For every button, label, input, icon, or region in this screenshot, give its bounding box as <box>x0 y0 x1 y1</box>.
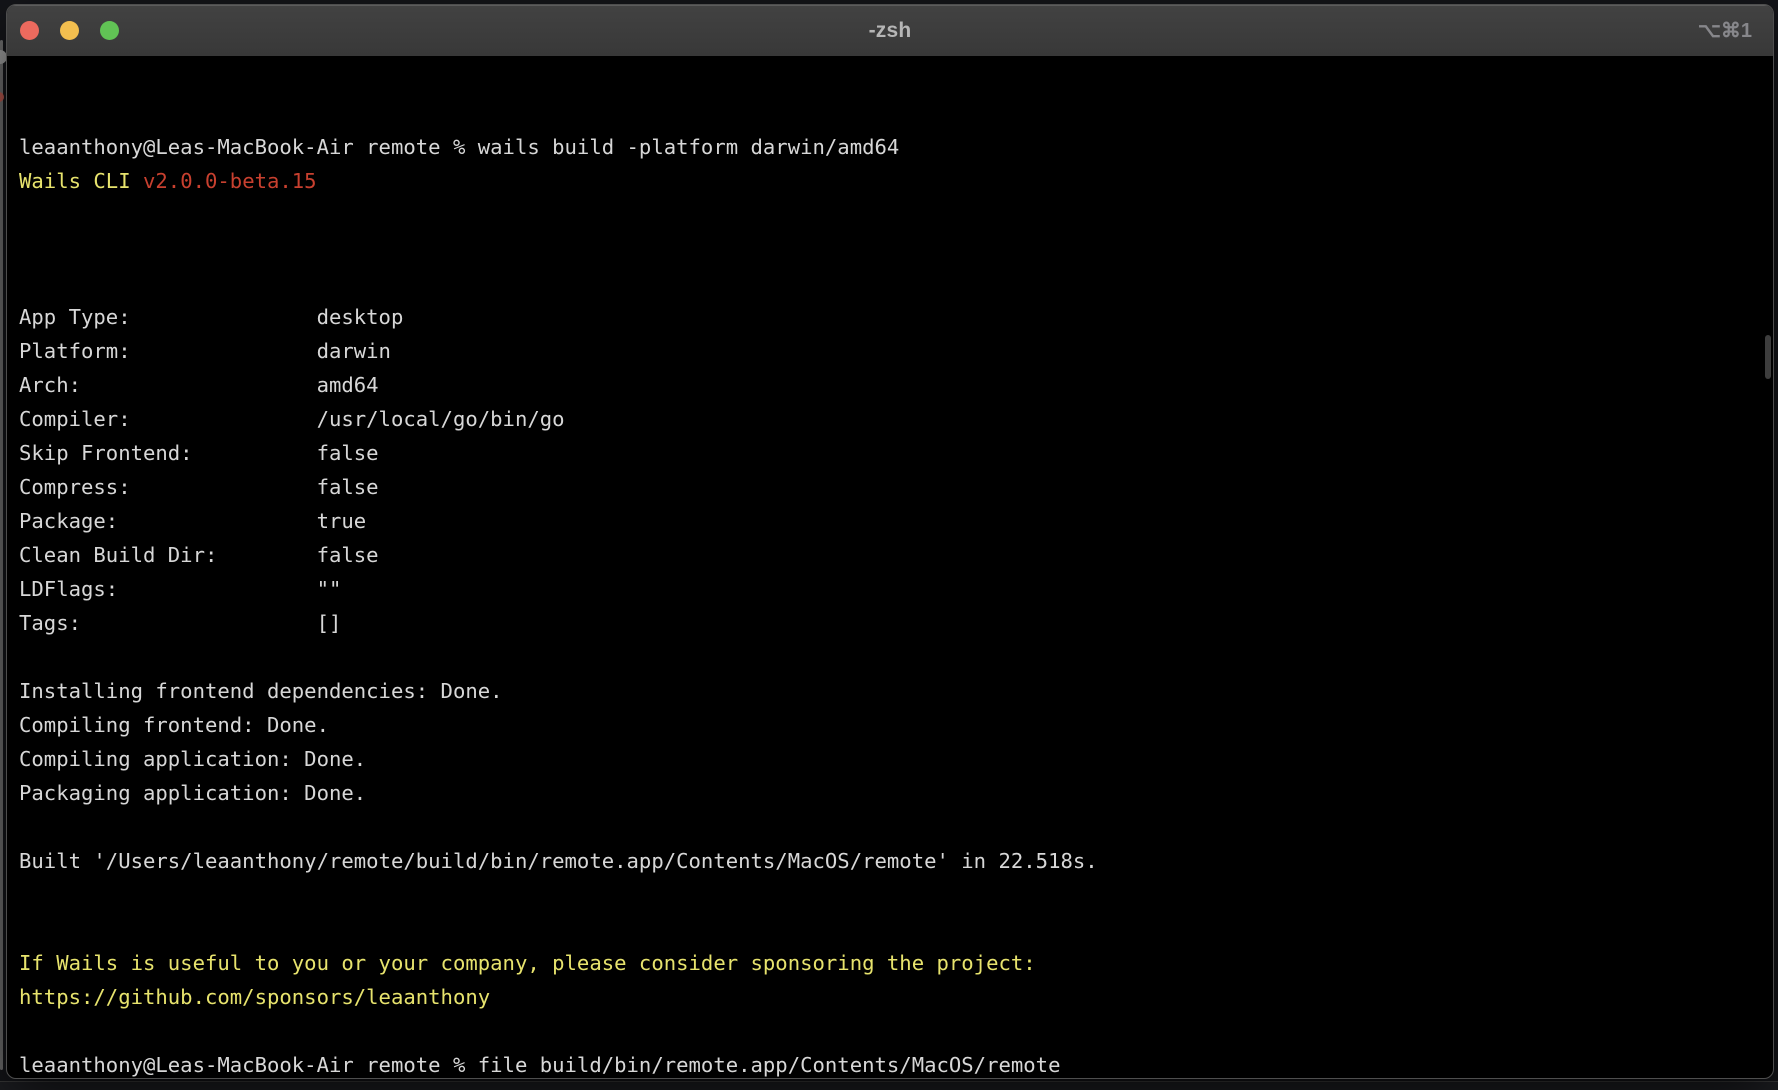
terminal-line: Wails CLI v2.0.0-beta.15 <box>19 164 1761 198</box>
config-value: [] <box>317 611 342 635</box>
window-titlebar[interactable]: -zsh ⌥⌘1 <box>7 5 1773 57</box>
terminal-line: Compress:false <box>19 470 1761 504</box>
terminal-line: Platform:darwin <box>19 334 1761 368</box>
scrollbar-thumb[interactable] <box>1765 335 1771 379</box>
config-value: true <box>317 509 367 533</box>
terminal-line: LDFlags:"" <box>19 572 1761 606</box>
config-label: Platform: <box>19 334 317 368</box>
terminal-line: Built '/Users/leaanthony/remote/build/bi… <box>19 844 1761 878</box>
background-bottom-edge <box>0 1081 1778 1090</box>
terminal-text-segment: Built '/Users/leaanthony/remote/build/bi… <box>19 849 1098 873</box>
terminal-text-segment: Compiling application: Done. <box>19 747 366 771</box>
terminal-line <box>19 912 1761 946</box>
window-title: -zsh <box>869 19 912 43</box>
terminal-line: App Type:desktop <box>19 300 1761 334</box>
terminal-output[interactable]: leaanthony@Leas-MacBook-Air remote % wai… <box>7 57 1773 1078</box>
terminal-line <box>19 878 1761 912</box>
config-value: false <box>317 543 379 567</box>
config-label: Tags: <box>19 606 317 640</box>
close-button[interactable] <box>20 21 39 40</box>
config-value: false <box>317 475 379 499</box>
terminal-line: Packaging application: Done. <box>19 776 1761 810</box>
terminal-line: leaanthony@Leas-MacBook-Air remote % fil… <box>19 1048 1761 1078</box>
terminal-text-segment: Packaging application: Done. <box>19 781 366 805</box>
terminal-text-segment: https://github.com/sponsors/leaanthony <box>19 985 490 1009</box>
terminal-window: -zsh ⌥⌘1 leaanthony@Leas-MacBook-Air rem… <box>6 4 1774 1079</box>
terminal-line: Compiler:/usr/local/go/bin/go <box>19 402 1761 436</box>
config-value: false <box>317 441 379 465</box>
config-label: Compress: <box>19 470 317 504</box>
terminal-text-segment: leaanthony@Leas-MacBook-Air remote % fil… <box>19 1053 1060 1077</box>
terminal-line: Tags:[] <box>19 606 1761 640</box>
background-window-red-sliver <box>0 92 4 102</box>
config-value: amd64 <box>317 373 379 397</box>
terminal-lines: leaanthony@Leas-MacBook-Air remote % wai… <box>19 130 1761 1078</box>
terminal-line <box>19 640 1761 674</box>
config-value: /usr/local/go/bin/go <box>317 407 565 431</box>
terminal-line: Installing frontend dependencies: Done. <box>19 674 1761 708</box>
config-label: Arch: <box>19 368 317 402</box>
terminal-line <box>19 810 1761 844</box>
terminal-line: Compiling frontend: Done. <box>19 708 1761 742</box>
terminal-line: leaanthony@Leas-MacBook-Air remote % wai… <box>19 130 1761 164</box>
config-label: Compiler: <box>19 402 317 436</box>
traffic-light-group <box>20 5 119 56</box>
terminal-text-segment: If Wails is useful to you or your compan… <box>19 951 1036 975</box>
terminal-line <box>19 266 1761 300</box>
terminal-line: https://github.com/sponsors/leaanthony <box>19 980 1761 1014</box>
background-window-edge <box>0 40 3 1070</box>
config-label: Package: <box>19 504 317 538</box>
config-value: desktop <box>317 305 404 329</box>
terminal-text-segment: Installing frontend dependencies: Done. <box>19 679 503 703</box>
config-label: App Type: <box>19 300 317 334</box>
terminal-line <box>19 232 1761 266</box>
config-label: Clean Build Dir: <box>19 538 317 572</box>
terminal-line: Compiling application: Done. <box>19 742 1761 776</box>
zoom-button[interactable] <box>100 21 119 40</box>
terminal-line <box>19 1014 1761 1048</box>
terminal-line: If Wails is useful to you or your compan… <box>19 946 1761 980</box>
terminal-line: Skip Frontend:false <box>19 436 1761 470</box>
terminal-text-segment: leaanthony@Leas-MacBook-Air remote % wai… <box>19 135 899 159</box>
terminal-line: Arch:amd64 <box>19 368 1761 402</box>
minimize-button[interactable] <box>60 21 79 40</box>
terminal-line <box>19 198 1761 232</box>
terminal-text-segment: Wails CLI <box>19 169 143 193</box>
config-value: darwin <box>317 339 391 363</box>
terminal-line: Clean Build Dir:false <box>19 538 1761 572</box>
config-value: "" <box>317 577 342 601</box>
terminal-text-segment: Compiling frontend: Done. <box>19 713 329 737</box>
terminal-line: Package:true <box>19 504 1761 538</box>
config-label: LDFlags: <box>19 572 317 606</box>
window-shortcut-badge: ⌥⌘1 <box>1698 5 1752 56</box>
terminal-text-segment: v2.0.0-beta.15 <box>143 169 317 193</box>
config-label: Skip Frontend: <box>19 436 317 470</box>
